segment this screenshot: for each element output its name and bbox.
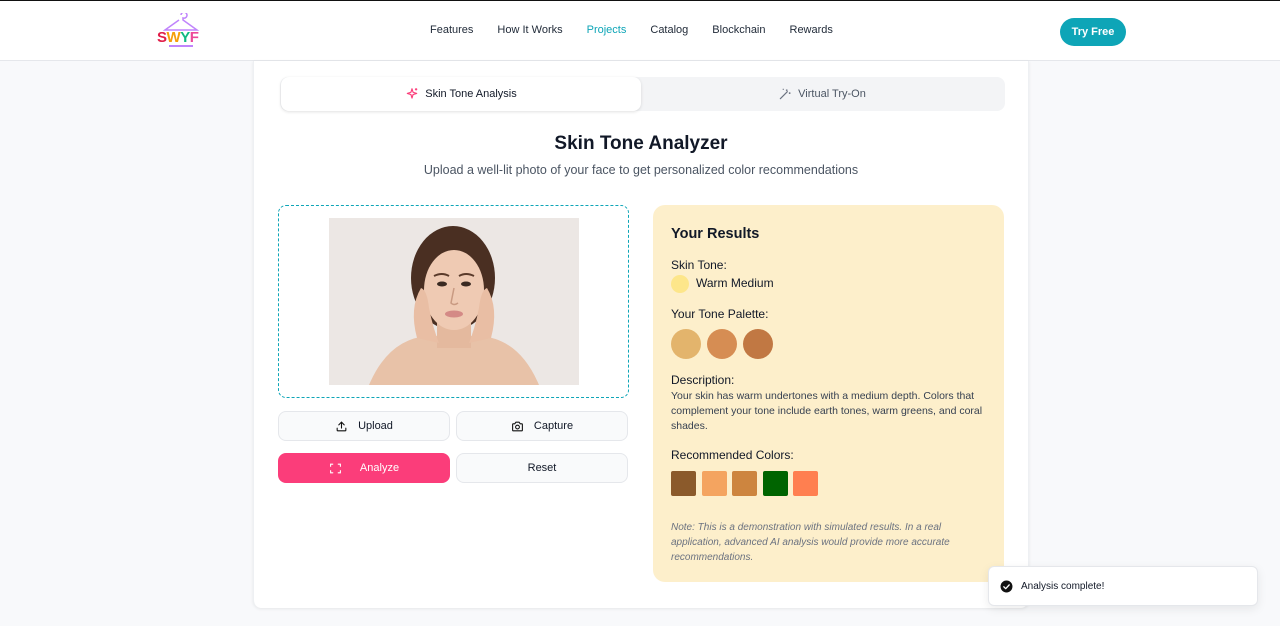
- results-panel: Your Results Skin Tone: Warm Medium Your…: [653, 205, 1004, 582]
- try-free-button[interactable]: Try Free: [1060, 18, 1126, 46]
- capture-button-label: Capture: [533, 420, 574, 432]
- scan-icon: [330, 463, 341, 473]
- tab-virtual-try-on[interactable]: Virtual Try-On: [642, 77, 1002, 111]
- upload-button[interactable]: Upload: [278, 411, 450, 441]
- description-text: Your skin has warm undertones with a med…: [671, 390, 983, 432]
- photo-dropzone[interactable]: [278, 205, 629, 398]
- skin-tone-swatch: [671, 275, 689, 293]
- nav-link-rewards[interactable]: Rewards: [790, 24, 833, 36]
- reset-button[interactable]: Reset: [456, 453, 628, 483]
- mode-tabs: Skin Tone Analysis Virtual Try-On: [280, 77, 1005, 111]
- upload-button-label: Upload: [358, 420, 393, 432]
- palette-swatch-1: [671, 329, 701, 359]
- description-label: Description:: [671, 373, 735, 387]
- demo-note: Note: This is a demonstration with simul…: [671, 522, 950, 563]
- recommended-color-1: [671, 471, 696, 496]
- logo-underline: [169, 45, 193, 47]
- check-circle-icon: [1000, 580, 1013, 592]
- uploaded-face-photo: [329, 218, 579, 385]
- upload-icon: [336, 421, 347, 431]
- nav-link-how-it-works[interactable]: How It Works: [497, 24, 562, 36]
- navbar: SWYF Features How It Works Projects Cata…: [0, 1, 1280, 61]
- skin-tone-value: Warm Medium: [696, 276, 774, 290]
- capture-button[interactable]: Capture: [456, 411, 628, 441]
- nav-link-blockchain[interactable]: Blockchain: [712, 24, 765, 36]
- palette-label: Your Tone Palette:: [671, 307, 769, 321]
- nav-links: Features How It Works Projects Catalog B…: [430, 24, 833, 36]
- recommended-color-5: [793, 471, 818, 496]
- tab-skin-tone-label: Skin Tone Analysis: [425, 88, 517, 100]
- magic-wand-icon: [779, 88, 791, 100]
- recommended-color-3: [732, 471, 757, 496]
- camera-icon: [512, 421, 523, 431]
- palette-swatch-2: [707, 329, 737, 359]
- nav-link-catalog[interactable]: Catalog: [650, 24, 688, 36]
- recommended-color-4: [762, 471, 788, 496]
- analyze-button-label: Analyze: [359, 462, 400, 474]
- tab-skin-tone-analysis[interactable]: Skin Tone Analysis: [281, 77, 641, 111]
- logo[interactable]: SWYF: [157, 13, 205, 49]
- reset-button-label: Reset: [527, 462, 557, 474]
- skin-tone-label: Skin Tone:: [671, 258, 727, 272]
- results-title: Your Results: [671, 226, 760, 242]
- palette-swatch-3: [743, 329, 773, 359]
- tab-virtual-try-on-label: Virtual Try-On: [798, 88, 866, 100]
- toast-notification: Analysis complete!: [988, 566, 1258, 606]
- recommended-label: Recommended Colors:: [671, 448, 794, 462]
- recommended-color-2: [701, 471, 727, 496]
- analyze-button[interactable]: Analyze: [278, 453, 450, 483]
- page-title: Skin Tone Analyzer: [554, 133, 728, 154]
- toast-message: Analysis complete!: [1021, 580, 1105, 592]
- nav-link-projects[interactable]: Projects: [587, 24, 627, 36]
- sparkles-icon: [406, 88, 418, 99]
- page-subtitle: Upload a well-lit photo of your face to …: [423, 163, 859, 177]
- nav-link-features[interactable]: Features: [430, 24, 473, 36]
- logo-text: SWYF: [157, 29, 199, 46]
